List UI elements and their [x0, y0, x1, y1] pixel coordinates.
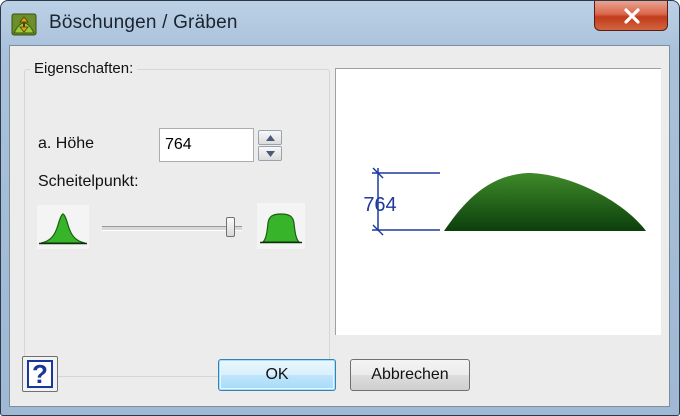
height-decrease-button[interactable] — [258, 146, 282, 161]
help-button[interactable]: ? — [22, 356, 58, 392]
arrow-down-icon — [266, 151, 275, 157]
properties-group-title: Eigenschaften: — [30, 60, 138, 78]
apex-label: Scheitelpunkt: — [38, 173, 139, 190]
preview-panel: 764 — [335, 68, 661, 335]
narrow-peak-shape — [39, 213, 87, 245]
height-spinner — [258, 130, 282, 162]
height-dimension-label: 764 — [363, 194, 396, 216]
height-increase-button[interactable] — [258, 130, 282, 145]
dialog-window: Böschungen / Gräben Eigenschaften: a. Hö… — [0, 0, 680, 416]
ok-button[interactable]: OK — [218, 359, 336, 391]
apex-slider-track[interactable] — [102, 226, 242, 231]
arrow-up-icon — [266, 135, 275, 141]
title-bar[interactable]: Böschungen / Gräben — [1, 1, 679, 43]
window-title: Böschungen / Gräben — [49, 12, 238, 33]
wide-peak-shape — [260, 213, 302, 244]
close-icon — [624, 8, 640, 24]
apex-slider-thumb[interactable] — [226, 217, 236, 237]
mound-shape — [444, 173, 646, 231]
close-button[interactable] — [594, 1, 668, 31]
cancel-button[interactable]: Abbrechen — [350, 359, 470, 391]
mound-preview: 764 — [363, 167, 646, 236]
wide-peak-icon[interactable] — [257, 203, 305, 249]
height-input[interactable] — [159, 128, 254, 162]
height-label: a. Höhe — [38, 135, 95, 152]
narrow-peak-icon[interactable] — [37, 205, 89, 249]
mound-app-icon — [11, 13, 37, 36]
dialog-body: Eigenschaften: a. Höhe Scheitelpunkt: — [9, 45, 670, 407]
help-icon: ? — [27, 360, 53, 388]
